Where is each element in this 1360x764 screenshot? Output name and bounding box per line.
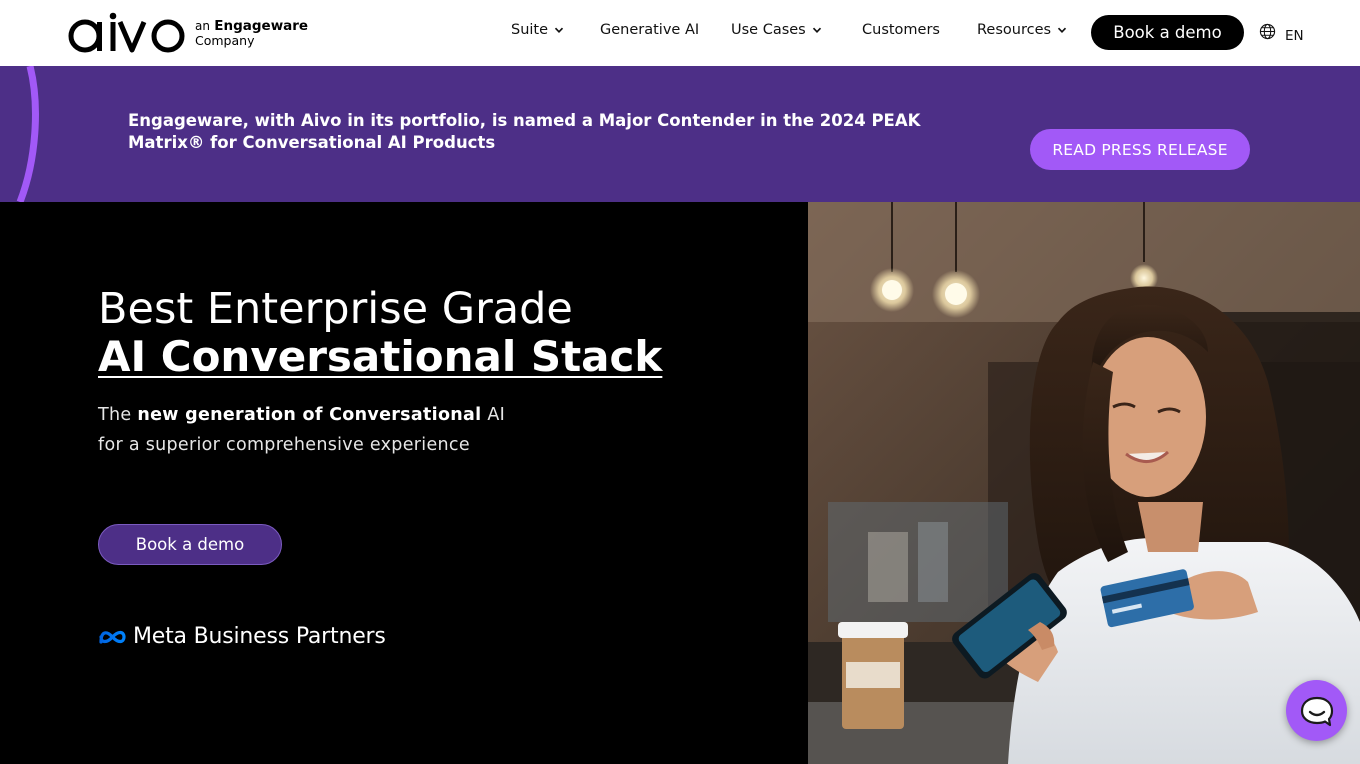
tagline-company: Engageware bbox=[214, 18, 309, 35]
nav-item-generative-ai[interactable]: Generative AI bbox=[600, 22, 699, 38]
hero-subtitle: The new generation of Conversational AI … bbox=[98, 400, 528, 460]
nav-item-label: Suite bbox=[511, 22, 549, 38]
decorative-arc bbox=[16, 66, 39, 202]
book-demo-header-button[interactable]: Book a demo bbox=[1091, 15, 1244, 50]
banner-text: Engageware, with Aivo in its portfolio, … bbox=[128, 111, 921, 152]
subtitle-bold: new generation of Conversational bbox=[137, 405, 482, 425]
nav-item-label: Generative AI bbox=[600, 22, 700, 38]
chat-widget-button[interactable] bbox=[1286, 680, 1347, 741]
woman-paying-with-phone-illustration bbox=[808, 202, 1360, 764]
book-demo-hero-button[interactable]: Book a demo bbox=[98, 524, 282, 565]
nav-item-resources[interactable]: Resources bbox=[977, 22, 1067, 38]
language-selector[interactable]: EN bbox=[1259, 22, 1304, 44]
announcement-banner: Engageware, with Aivo in its portfolio, … bbox=[0, 66, 1360, 202]
chevron-down-icon bbox=[554, 27, 564, 34]
hero-title: Best Enterprise Grade AI Conversational … bbox=[98, 286, 662, 381]
nav-item-use-cases[interactable]: Use Cases bbox=[731, 22, 822, 38]
meta-infinity-icon bbox=[99, 630, 126, 644]
subtitle-prefix: The bbox=[98, 405, 132, 425]
chevron-down-icon bbox=[812, 27, 821, 34]
hero-title-line1: Best Enterprise Grade bbox=[98, 284, 573, 334]
aivo-logo-icon bbox=[68, 12, 185, 53]
chat-bubble-icon bbox=[1300, 696, 1333, 726]
chevron-down-icon bbox=[1057, 27, 1067, 34]
nav-item-label: Resources bbox=[977, 22, 1052, 38]
brand-logo[interactable]: an Engageware Company bbox=[68, 12, 308, 54]
nav-item-suite[interactable]: Suite bbox=[511, 22, 564, 38]
site-header: an Engageware Company Suite Generative A… bbox=[0, 0, 1360, 66]
partner-label: Meta Business Partners bbox=[133, 624, 386, 649]
hero-title-line2[interactable]: AI Conversational Stack bbox=[98, 333, 662, 380]
nav-item-label: Use Cases bbox=[731, 22, 806, 38]
hero-section: Best Enterprise Grade AI Conversational … bbox=[0, 202, 808, 764]
hero-image bbox=[808, 202, 1360, 764]
nav-item-customers[interactable]: Customers bbox=[862, 22, 940, 38]
language-label: EN bbox=[1285, 28, 1304, 44]
nav-item-label: Customers bbox=[862, 22, 940, 38]
brand-tagline: an Engageware Company bbox=[195, 19, 308, 46]
tagline-line2: Company bbox=[195, 32, 255, 48]
tagline-prefix: an bbox=[195, 19, 210, 34]
globe-icon bbox=[1259, 23, 1276, 40]
read-press-release-button[interactable]: READ PRESS RELEASE bbox=[1030, 129, 1250, 170]
meta-business-partners-badge: Meta Business Partners bbox=[98, 624, 386, 649]
